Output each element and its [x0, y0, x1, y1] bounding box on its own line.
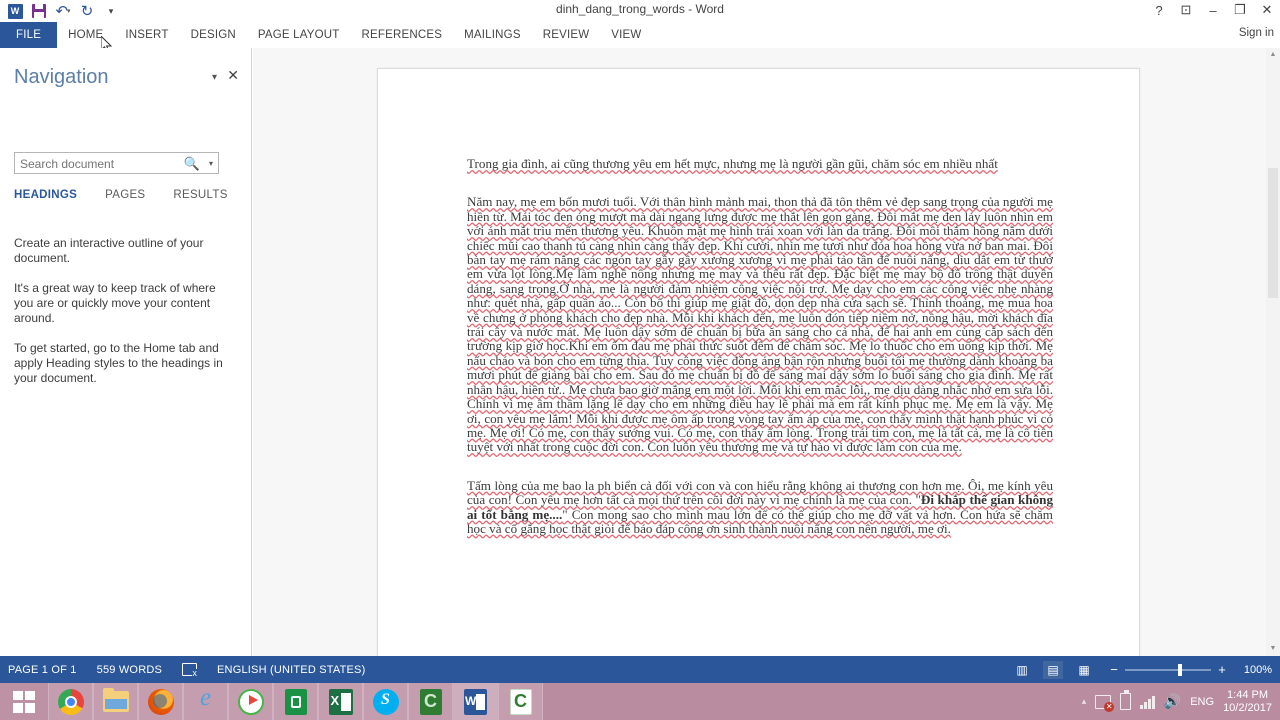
word-icon — [464, 688, 487, 715]
close-icon[interactable]: ✕ — [227, 68, 239, 82]
word-count[interactable]: 559 WORDS — [97, 664, 162, 676]
print-layout-view-button[interactable]: ▤ — [1043, 660, 1063, 679]
clock[interactable]: 1:44 PM 10/2/2017 — [1223, 689, 1272, 715]
taskbar-skype[interactable] — [363, 683, 408, 720]
internet-explorer-icon — [193, 684, 219, 715]
tab-insert[interactable]: INSERT — [114, 22, 179, 48]
read-mode-view-button[interactable]: ▥ — [1012, 661, 1032, 679]
proofing-errors-icon[interactable] — [182, 663, 198, 678]
window-controls: ? ⊡ – ❐ ✕ — [1150, 2, 1276, 18]
taskbar-file-explorer[interactable] — [93, 683, 138, 720]
taskbar-excel[interactable] — [318, 683, 363, 720]
tab-page-layout[interactable]: PAGE LAYOUT — [247, 22, 351, 48]
zoom-level[interactable]: 100% — [1238, 664, 1272, 676]
scroll-up-icon[interactable]: ▲ — [1266, 48, 1280, 62]
zoom-in-button[interactable]: + — [1217, 662, 1227, 677]
window-title: dinh_dang_trong_words - Word — [556, 2, 724, 16]
vertical-scrollbar[interactable]: ▲ ▼ — [1266, 48, 1280, 656]
navigation-pane: Navigation ▾ ✕ 🔍 ▾ HEADINGS PAGES RESULT… — [0, 48, 252, 656]
minimize-button[interactable]: – — [1204, 3, 1222, 18]
chrome-icon — [57, 688, 84, 715]
show-hidden-icons-icon[interactable]: ▴ — [1082, 696, 1087, 707]
document-canvas: Trong gia đình, ai cũng thương yêu em hế… — [253, 48, 1280, 708]
chevron-down-icon[interactable]: ▾ — [212, 72, 217, 83]
navigation-pane-title: Navigation — [14, 66, 109, 88]
firefox-icon — [147, 688, 174, 715]
scroll-down-icon[interactable]: ▼ — [1266, 642, 1280, 656]
windows-start-icon — [13, 690, 35, 713]
status-bar: PAGE 1 OF 1 559 WORDS ENGLISH (UNITED ST… — [0, 656, 1280, 683]
network-disconnected-icon[interactable] — [1095, 694, 1115, 712]
taskbar-chrome[interactable] — [48, 683, 93, 720]
coccoc-alt-icon — [509, 688, 532, 715]
nav-tab-headings[interactable]: HEADINGS — [12, 189, 91, 201]
help-icon[interactable]: ? — [1150, 3, 1168, 18]
tab-design[interactable]: DESIGN — [180, 22, 247, 48]
taskbar-coccoc-2[interactable] — [498, 683, 543, 720]
clock-time: 1:44 PM — [1227, 688, 1269, 701]
taskbar-store[interactable] — [273, 683, 318, 720]
nav-tab-results[interactable]: RESULTS — [159, 189, 241, 201]
navigation-tabs: HEADINGS PAGES RESULTS — [12, 189, 242, 201]
language-indicator-tray[interactable]: ENG — [1190, 696, 1214, 708]
battery-icon[interactable] — [1120, 690, 1132, 710]
signal-bars-icon[interactable] — [1140, 695, 1155, 709]
volume-icon[interactable]: 🔊 — [1164, 693, 1181, 710]
tab-home[interactable]: HOME — [57, 22, 114, 48]
word-application-window: ↶▾ ↻ ▾ dinh_dang_trong_words - Word ? ⊡ … — [0, 0, 1280, 720]
taskbar-internet-explorer[interactable] — [183, 683, 228, 720]
search-icon[interactable]: 🔍 — [184, 156, 200, 172]
close-button[interactable]: ✕ — [1258, 2, 1276, 18]
tab-mailings[interactable]: MAILINGS — [453, 22, 532, 48]
tab-review[interactable]: REVIEW — [532, 22, 601, 48]
tab-view[interactable]: VIEW — [600, 22, 652, 48]
language-indicator[interactable]: ENGLISH (UNITED STATES) — [217, 664, 365, 676]
zoom-out-button[interactable]: − — [1109, 662, 1119, 677]
ribbon-display-options-icon[interactable]: ⊡ — [1177, 2, 1195, 18]
scrollbar-thumb[interactable] — [1268, 168, 1278, 298]
clock-date: 10/2/2017 — [1223, 701, 1272, 714]
tab-file[interactable]: FILE — [0, 22, 58, 48]
document-text-body[interactable]: Trong gia đình, ai cũng thương yêu em hế… — [467, 156, 1053, 537]
file-explorer-icon — [102, 688, 129, 712]
taskbar-firefox[interactable] — [138, 683, 183, 720]
navigation-hint-3: To get started, go to the Home tab and a… — [14, 341, 223, 385]
store-icon — [284, 688, 307, 715]
restore-button[interactable]: ❐ — [1231, 2, 1249, 18]
taskbar-word[interactable] — [453, 683, 498, 720]
nav-tab-pages[interactable]: PAGES — [91, 189, 159, 201]
paragraph-1[interactable]: Trong gia đình, ai cũng thương yêu em hế… — [467, 156, 1053, 171]
navigation-hint-2: It's a great way to keep track of where … — [14, 281, 216, 325]
media-player-icon — [237, 688, 264, 715]
search-options-chevron-icon[interactable]: ▾ — [209, 159, 213, 168]
navigation-hint-1: Create an interactive outline of your do… — [14, 236, 204, 265]
taskbar-media-player[interactable] — [228, 683, 273, 720]
tab-references[interactable]: REFERENCES — [351, 22, 454, 48]
excel-icon — [328, 688, 353, 715]
document-page-1[interactable]: Trong gia đình, ai cũng thương yêu em hế… — [377, 68, 1140, 708]
navigation-empty-state: Create an interactive outline of your do… — [14, 236, 236, 401]
zoom-slider[interactable] — [1125, 663, 1211, 676]
paragraph-3[interactable]: Tấm lòng của mẹ bao la ph biển cả đối vớ… — [467, 478, 1053, 537]
coccoc-icon — [419, 688, 442, 715]
page-indicator[interactable]: PAGE 1 OF 1 — [8, 664, 77, 676]
start-button[interactable] — [0, 683, 48, 720]
web-layout-view-button[interactable]: ▦ — [1074, 661, 1094, 679]
windows-taskbar: ▴ 🔊 ENG 1:44 PM 10/2/2017 — [0, 683, 1280, 720]
system-tray: ▴ 🔊 ENG 1:44 PM 10/2/2017 — [1082, 683, 1280, 720]
ribbon-tab-strip: FILE HOME INSERT DESIGN PAGE LAYOUT REFE… — [0, 22, 1280, 48]
zoom-control: − + — [1109, 662, 1227, 677]
paragraph-2[interactable]: Năm nay, mẹ em bốn mươi tuổi. Với thân h… — [467, 195, 1053, 454]
search-document-box[interactable]: 🔍 ▾ — [14, 152, 219, 174]
title-bar: ↶▾ ↻ ▾ dinh_dang_trong_words - Word ? ⊡ … — [0, 0, 1280, 22]
zoom-slider-thumb[interactable] — [1178, 663, 1182, 676]
sign-in-link[interactable]: Sign in — [1239, 27, 1274, 39]
skype-icon — [372, 688, 399, 715]
taskbar-coccoc[interactable] — [408, 683, 453, 720]
search-input[interactable] — [20, 155, 170, 172]
